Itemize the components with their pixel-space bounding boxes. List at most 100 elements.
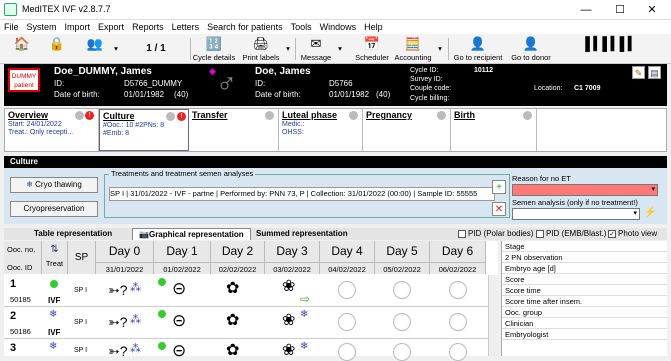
day2-header[interactable]: Day 2 02/02/2022 (211, 241, 265, 274)
go-to-recipient-button[interactable]: 👤 Go to recipient (450, 34, 506, 64)
cryo-thawing-button[interactable]: ❄ Cryo thawing (10, 177, 98, 193)
treatment-row[interactable]: SP I | 31/01/2022 - IVF - partne | Perfo… (109, 187, 495, 201)
empty-day-slot[interactable] (449, 313, 467, 331)
detail-embryo-age[interactable]: Embryo age [d] (502, 263, 667, 274)
detail-2pn-observation[interactable]: 2 PN observation (502, 252, 667, 263)
add-treatment-icon[interactable]: + (492, 180, 506, 194)
status-green-icon (50, 280, 58, 288)
tab-transfer[interactable]: Transfer (189, 109, 279, 151)
document-icon[interactable]: ▤ (648, 66, 661, 79)
lock-button[interactable]: 🔒 (44, 34, 70, 64)
zygote-2pn-icon[interactable]: ⊝ (172, 312, 186, 329)
close-button[interactable]: ✕ (636, 0, 668, 20)
empty-day-slot[interactable] (393, 313, 411, 331)
maximize-button[interactable]: ☐ (604, 0, 636, 20)
menu-help[interactable]: Help (364, 20, 383, 34)
menu-file[interactable]: File (4, 20, 19, 34)
photo-view-checkbox[interactable]: ✓ Photo view (602, 228, 663, 240)
patients-dropdown[interactable]: ▾ (112, 34, 120, 64)
menu-search[interactable]: Search for patients (207, 20, 283, 34)
detail-score-time-after-insem[interactable]: Score time after insem. (502, 296, 667, 307)
tab-culture[interactable]: Culture #Ooc.: 10 #2PNs: 8 #Emb: 8 ! (99, 109, 189, 151)
day5-header[interactable]: Day 5 05/02/2022 (375, 241, 430, 274)
table-row[interactable]: 3 ❄ SP I ➳? ⁂ ⊝ ✿ ❀ ❄ (4, 339, 498, 361)
day1-header[interactable]: Day 1 01/02/2022 (154, 241, 211, 274)
ooc-id-header[interactable]: Ooc. ID (7, 263, 41, 272)
empty-day-slot[interactable] (449, 343, 467, 361)
message-dropdown[interactable]: ▾ (336, 34, 344, 64)
detail-score-time[interactable]: Score time (502, 285, 667, 296)
menu-reports[interactable]: Reports (132, 20, 164, 34)
tab-pregnancy[interactable]: Pregnancy (363, 109, 451, 151)
transfer-arrow-icon[interactable]: ⇨ (300, 291, 310, 307)
day4-header[interactable]: Day 4 04/02/2022 (320, 241, 375, 274)
embryo-4cell-icon[interactable]: ✿ (226, 343, 239, 359)
empty-day-slot[interactable] (449, 281, 467, 299)
embryo-8cell-icon[interactable]: ❀ (282, 343, 295, 359)
menu-windows[interactable]: Windows (320, 20, 357, 34)
tab-luteal-title: Luteal phase (282, 110, 338, 120)
table-row[interactable]: 2 50186 ❄ IVF SP I ➳? ⁂ ⊝ ✿ ❀ ❄ (4, 307, 498, 339)
oocyte-mii-icon[interactable]: ➳? (108, 343, 128, 359)
empty-day-slot[interactable] (338, 281, 356, 299)
menu-export[interactable]: Export (98, 20, 124, 34)
accounting-button[interactable]: 🧮 Accounting (392, 34, 434, 64)
oocyte-mii-icon[interactable]: ➳? (108, 314, 128, 330)
home-button[interactable]: 🏠 (8, 34, 36, 64)
empty-day-slot[interactable] (393, 343, 411, 361)
embryo-8cell-icon[interactable]: ❀ (282, 279, 295, 295)
day0-header[interactable]: Day 0 31/01/2022 (96, 241, 154, 274)
cycle-navigator[interactable]: 1 / 1 (124, 34, 188, 64)
pid-polar-checkbox[interactable]: PID (Polar bodies) (452, 228, 539, 240)
day6-header[interactable]: Day 6 06/02/2022 (430, 241, 486, 274)
oocyte-mii-icon[interactable]: ➳? (108, 282, 128, 298)
menu-letters[interactable]: Letters (172, 20, 200, 34)
tab-table-representation[interactable]: Table representation (28, 228, 118, 240)
zygote-2pn-icon[interactable]: ⊝ (172, 342, 186, 359)
detail-embryologist[interactable]: Embryologist (502, 329, 667, 340)
embryo-8cell-icon[interactable]: ❀ (282, 313, 295, 329)
sort-icon[interactable]: ⇅ (42, 244, 67, 255)
link-icon[interactable]: ⚡ (644, 207, 656, 218)
tab-luteal-phase[interactable]: Luteal phase Medic.: OHSS: (279, 109, 363, 151)
message-button[interactable]: ✉ Message (298, 34, 334, 64)
table-row[interactable]: 1 50185 IVF SP I ➳? ⁂ ⊝ ✿ ❀ ⇨ (4, 275, 498, 307)
detail-ooc-group[interactable]: Ooc. group (502, 307, 667, 318)
tab-summed-representation[interactable]: Summed representation (250, 228, 354, 240)
no-et-select[interactable]: ▾ (512, 184, 658, 196)
detail-stage[interactable]: Stage (502, 241, 667, 252)
print-labels-button[interactable]: 🖨 Print labels (240, 34, 282, 64)
empty-day-slot[interactable] (393, 281, 411, 299)
zygote-2pn-icon[interactable]: ⊝ (172, 280, 186, 297)
grid-scrollbar[interactable] (488, 275, 498, 356)
remove-treatment-icon[interactable]: ✕ (492, 202, 506, 216)
patients-button[interactable]: 👥 (80, 34, 110, 64)
detail-clinician[interactable]: Clinician (502, 318, 667, 329)
empty-day-slot[interactable] (338, 343, 356, 361)
go-to-donor-button[interactable]: 👤 Go to donor (508, 34, 554, 64)
empty-day-slot[interactable] (338, 313, 356, 331)
cycle-details-icon: 🔢 (205, 36, 223, 51)
scheduler-button[interactable]: 📅 Scheduler (352, 34, 392, 64)
tab-birth[interactable]: Birth (451, 109, 537, 151)
tab-graphical-representation[interactable]: 📷Graphical representation (132, 228, 251, 240)
menu-tools[interactable]: Tools (291, 20, 312, 34)
menu-import[interactable]: Import (65, 20, 91, 34)
detail-score[interactable]: Score (502, 274, 667, 285)
barcode-button[interactable]: ▌▍▌▍▌▍ (584, 34, 638, 64)
tab-overview[interactable]: Overview Start: 24/01/2022 Treat.: Only … (5, 109, 99, 151)
embryo-4cell-icon[interactable]: ✿ (226, 281, 239, 297)
print-labels-dropdown[interactable]: ▾ (284, 34, 292, 64)
toolbar: 🏠 🔒 👥 ▾ 1 / 1 🔢 Cycle details 🖨 Print labe… (0, 34, 671, 64)
cryopreservation-button[interactable]: Cryopreservation (10, 201, 98, 217)
menu-system[interactable]: System (27, 20, 57, 34)
ooc-no-header[interactable]: Ooc. no. (7, 245, 41, 254)
cycle-details-button[interactable]: 🔢 Cycle details (192, 34, 236, 64)
accounting-dropdown[interactable]: ▾ (436, 34, 444, 64)
semen-analysis-select[interactable]: ▾ (512, 208, 640, 220)
edit-icon[interactable]: ✎ (632, 66, 645, 79)
embryo-4cell-icon[interactable]: ✿ (226, 313, 239, 329)
minimize-button[interactable]: — (570, 0, 602, 20)
pid-emb-checkbox[interactable]: PID (EMB/Blast.) (530, 228, 612, 240)
day3-header[interactable]: Day 3 03/02/2022 (265, 241, 320, 274)
